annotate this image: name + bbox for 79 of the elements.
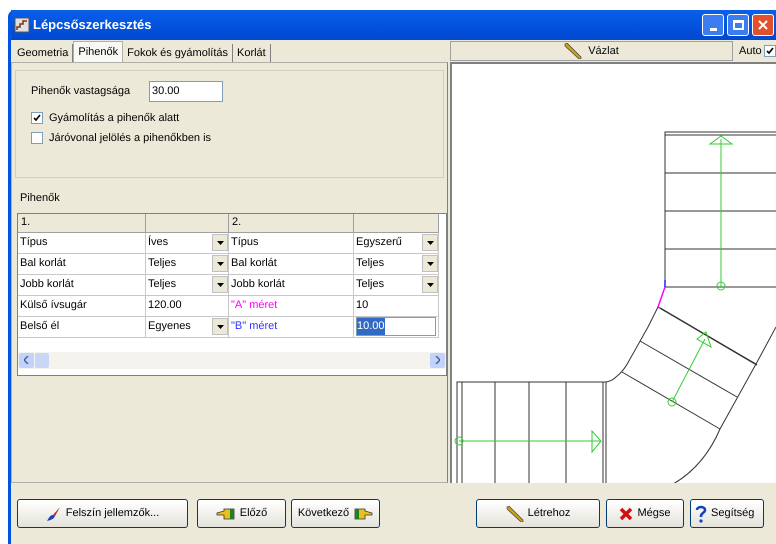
window-title: Lépcsőszerkesztés — [33, 16, 153, 34]
table-cell-text: "B" méret — [231, 319, 278, 334]
chevron-left-icon — [24, 356, 29, 364]
table-cell-text: 120.00 — [148, 298, 182, 314]
table-cell-text: Külső ívsugár — [20, 298, 87, 314]
checkbox[interactable] — [764, 45, 776, 57]
minimize-button[interactable] — [702, 14, 724, 36]
caret-icon — [426, 240, 434, 244]
combo-box[interactable]: Teljes — [146, 274, 229, 296]
tab[interactable]: Pihenők — [73, 41, 124, 62]
dropdown-button[interactable] — [422, 276, 438, 293]
hand-icon — [353, 508, 374, 520]
close-icon — [619, 506, 634, 520]
table-cell-text: Bal korlát — [231, 256, 277, 272]
scroll-left-button[interactable] — [19, 352, 34, 368]
combo-box[interactable]: Teljes — [146, 254, 229, 274]
dropdown-button[interactable] — [212, 255, 228, 272]
maximize-button[interactable] — [727, 14, 749, 36]
table-cell-text: Jobb korlát — [231, 277, 285, 292]
scroll-thumb[interactable] — [35, 352, 49, 368]
field-label: Pihenők vastagsága — [31, 84, 132, 100]
caret-icon — [426, 282, 434, 286]
caret-icon — [426, 262, 434, 266]
minimize-icon — [710, 28, 716, 31]
check-icon — [766, 47, 774, 55]
sketch-button[interactable]: Vázlat — [450, 41, 733, 61]
column-header: 1. — [18, 214, 146, 232]
close-button[interactable] — [752, 14, 774, 36]
input-field[interactable]: 30.00 — [149, 81, 223, 102]
maximize-icon — [732, 20, 744, 30]
combo-box[interactable]: Teljes — [354, 254, 439, 274]
combo-box[interactable]: Egyszerű — [354, 232, 439, 254]
table-cell-text: Jobb korlát — [20, 277, 74, 292]
check-icon — [33, 114, 41, 122]
caret-icon — [216, 324, 224, 328]
pencil-icon — [564, 43, 582, 59]
table-cell-text: Bal korlát — [20, 256, 66, 272]
caret-icon — [216, 282, 224, 286]
dropdown-button[interactable] — [212, 276, 228, 293]
horizontal-scrollbar[interactable] — [18, 352, 446, 368]
combo-box[interactable]: Egyenes — [146, 316, 229, 338]
dialog-button[interactable]: Előző — [197, 499, 286, 528]
auto-checkbox[interactable]: Auto — [739, 42, 776, 60]
dropdown-button[interactable] — [422, 234, 438, 251]
input-field[interactable]: 10.00 — [356, 317, 436, 336]
dialog-button[interactable]: Következő — [291, 499, 380, 528]
caret-icon — [216, 240, 224, 244]
dropdown-button[interactable] — [422, 255, 438, 272]
dropdown-button[interactable] — [212, 318, 228, 335]
brush-icon — [46, 506, 62, 522]
pencil-icon — [506, 506, 524, 522]
dialog-button[interactable]: Mégse — [606, 499, 684, 528]
table-cell-text: Típus — [231, 235, 259, 250]
hand-icon — [216, 508, 236, 520]
dialog-button[interactable]: Létrehoz — [476, 499, 600, 528]
table-cell-text: "A" méret — [231, 298, 278, 314]
checkbox-option[interactable]: Gyámolítás a pihenők alatt — [31, 110, 180, 126]
combo-box[interactable]: Teljes — [354, 274, 439, 296]
dropdown-button[interactable] — [212, 234, 228, 251]
tab[interactable]: Fokok és gyámolítás — [123, 44, 233, 62]
checkbox[interactable] — [31, 132, 43, 144]
app-icon — [14, 17, 30, 33]
dialog-button[interactable]: Felszín jellemzők... — [17, 499, 188, 528]
section-label: Pihenők — [20, 191, 61, 206]
help-icon — [695, 504, 707, 522]
table-cell-text: Belső él — [20, 319, 60, 334]
combo-box[interactable]: Íves — [146, 232, 229, 254]
table-cell-text: Típus — [20, 235, 48, 250]
caret-icon — [216, 262, 224, 266]
scroll-right-button[interactable] — [430, 352, 445, 368]
column-header: 2. — [229, 214, 354, 232]
chevron-right-icon — [435, 356, 440, 364]
table-cell-text: 10 — [356, 298, 368, 314]
close-icon — [758, 20, 768, 30]
checkbox[interactable] — [31, 112, 43, 124]
checkbox-option[interactable]: Járóvonal jelölés a pihenőkben is — [31, 130, 212, 146]
field-value: 10.00 — [357, 318, 385, 335]
tab[interactable]: Korlát — [233, 44, 271, 62]
dialog-button[interactable]: Segítség — [690, 499, 764, 528]
